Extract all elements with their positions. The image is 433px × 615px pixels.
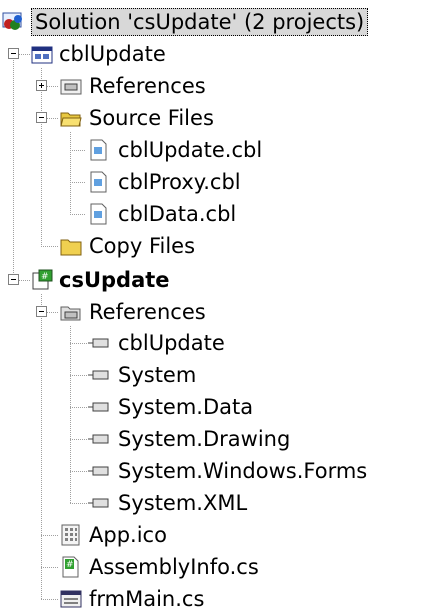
cbl-project-label: cblUpdate xyxy=(59,42,166,66)
solution-label: Solution 'csUpdate' (2 projects) xyxy=(31,8,369,36)
tree-item-reference[interactable]: System.Data xyxy=(0,391,433,423)
tree-item-cbl-references[interactable]: References xyxy=(0,70,433,102)
tree-item-reference[interactable]: System.XML xyxy=(0,487,433,519)
reference-icon xyxy=(88,466,109,476)
collapse-toggle[interactable] xyxy=(8,48,19,59)
reference-icon xyxy=(88,498,109,508)
tree-item-file[interactable]: cblData.cbl xyxy=(0,198,433,230)
tree-item-solution[interactable]: Solution 'csUpdate' (2 projects) xyxy=(0,6,433,38)
reference-icon xyxy=(88,370,109,380)
tree-item-cs-references[interactable]: References xyxy=(0,296,433,328)
cbl-references-label: References xyxy=(89,74,206,98)
tree-item-copy-files[interactable]: Copy Files xyxy=(0,230,433,262)
tree-item-source-files[interactable]: Source Files xyxy=(0,102,433,134)
references-folder-icon xyxy=(60,79,82,95)
solution-explorer-tree: Solution 'csUpdate' (2 projects) cblUpda… xyxy=(0,0,433,611)
file-label: App.ico xyxy=(89,523,167,547)
cs-references-label: References xyxy=(89,300,206,324)
cbl-file-icon xyxy=(90,139,107,161)
tree-item-file[interactable]: frmMain.cs xyxy=(0,583,433,615)
reference-icon xyxy=(88,434,109,444)
collapse-toggle[interactable] xyxy=(36,112,47,123)
file-label: frmMain.cs xyxy=(89,587,205,611)
form-file-icon xyxy=(60,590,82,608)
tree-item-file[interactable]: cblProxy.cbl xyxy=(0,166,433,198)
reference-label: cblUpdate xyxy=(118,331,225,355)
tree-item-reference[interactable]: System.Windows.Forms xyxy=(0,455,433,487)
reference-icon xyxy=(88,338,109,348)
reference-icon xyxy=(88,402,109,412)
reference-label: System xyxy=(118,363,197,387)
collapse-toggle[interactable] xyxy=(36,306,47,317)
closed-folder-icon xyxy=(60,239,82,256)
tree-item-cbl-project[interactable]: cblUpdate xyxy=(0,38,433,70)
cs-project-label: csUpdate xyxy=(59,268,170,292)
ico-file-icon xyxy=(61,524,80,546)
reference-label: System.XML xyxy=(118,491,248,515)
svg-text:#: # xyxy=(41,272,49,282)
tree-item-file[interactable]: cblUpdate.cbl xyxy=(0,134,433,166)
reference-label: System.Windows.Forms xyxy=(118,459,368,483)
file-label: AssemblyInfo.cs xyxy=(89,555,259,579)
cbl-file-icon xyxy=(90,171,107,193)
tree-item-cs-project[interactable]: # csUpdate xyxy=(0,264,433,296)
csharp-project-icon: # xyxy=(32,269,53,290)
file-label: cblUpdate.cbl xyxy=(118,138,263,162)
references-folder-icon xyxy=(60,306,81,321)
expand-toggle[interactable] xyxy=(36,80,47,91)
file-label: cblProxy.cbl xyxy=(118,170,241,194)
cobol-project-icon xyxy=(31,46,53,64)
collapse-toggle[interactable] xyxy=(8,274,19,285)
tree-item-file[interactable]: # AssemblyInfo.cs xyxy=(0,551,433,583)
copy-files-label: Copy Files xyxy=(89,234,196,258)
svg-text:#: # xyxy=(66,560,74,570)
cs-file-icon: # xyxy=(62,556,79,578)
solution-icon xyxy=(2,12,22,30)
tree-item-reference[interactable]: cblUpdate xyxy=(0,327,433,359)
reference-label: System.Data xyxy=(118,395,254,419)
reference-label: System.Drawing xyxy=(118,427,291,451)
cbl-file-icon xyxy=(90,203,107,225)
tree-item-reference[interactable]: System.Drawing xyxy=(0,423,433,455)
source-files-label: Source Files xyxy=(89,106,214,130)
tree-item-reference[interactable]: System xyxy=(0,359,433,391)
open-folder-icon xyxy=(60,112,82,127)
tree-item-file[interactable]: App.ico xyxy=(0,519,433,551)
file-label: cblData.cbl xyxy=(118,202,237,226)
